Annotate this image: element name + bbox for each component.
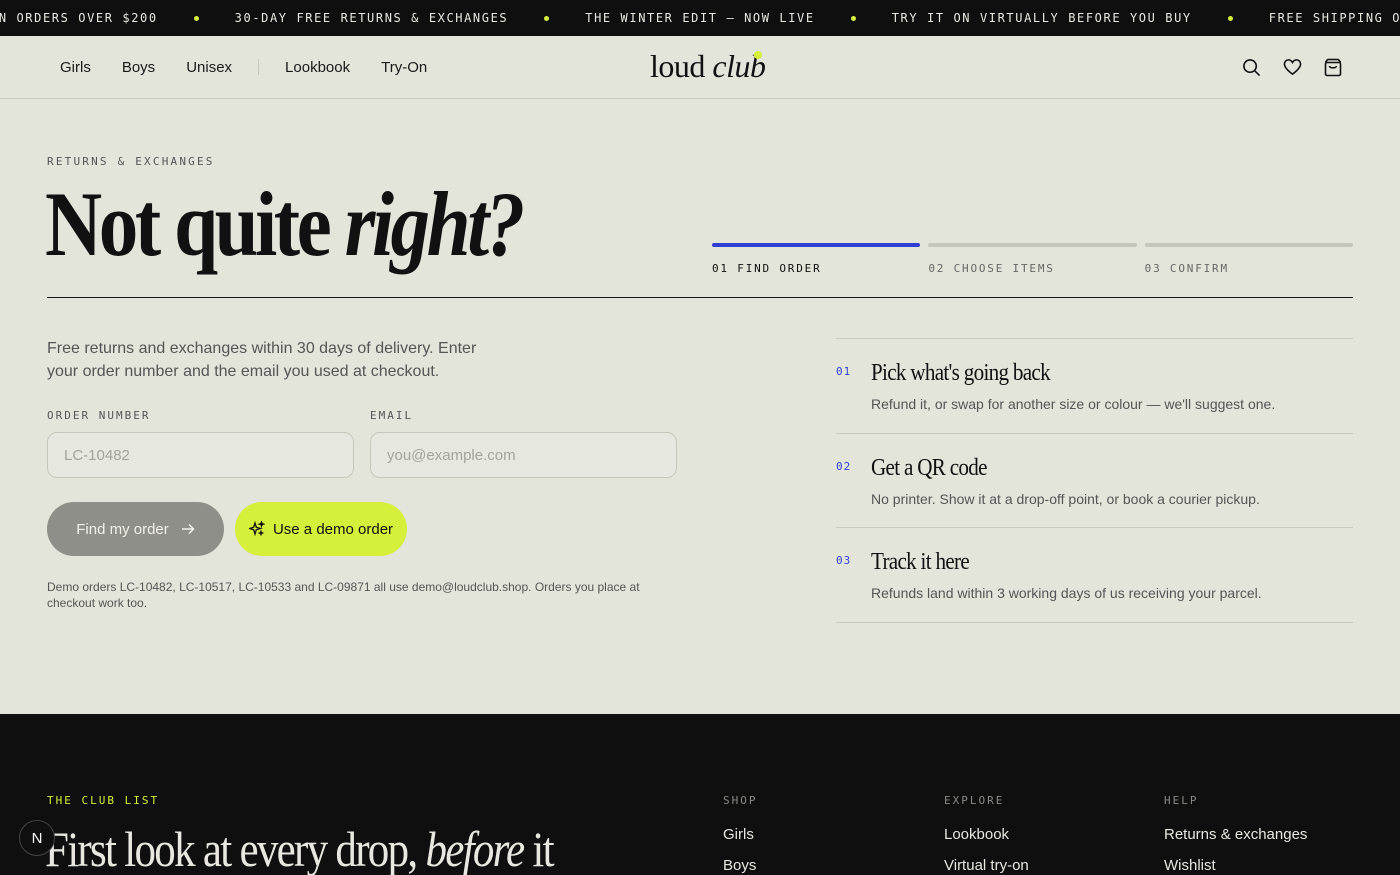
- headline-tail: it: [523, 821, 554, 875]
- step-description: No printer. Show it at a drop-off point,…: [871, 490, 1260, 507]
- step-find-order: 01 FIND ORDER: [712, 243, 921, 275]
- footer-link-lookbook[interactable]: Lookbook: [944, 826, 1029, 843]
- step-choose-items: 02 CHOOSE ITEMS: [928, 243, 1137, 275]
- announcement-item: THE WINTER EDIT — NOW LIVE: [585, 11, 815, 25]
- announcement-bar: ON ORDERS OVER $200 30-DAY FREE RETURNS …: [0, 0, 1400, 36]
- footer-link-boys[interactable]: Boys: [723, 857, 758, 874]
- demo-note: Demo orders LC-10482, LC-10517, LC-10533…: [47, 580, 640, 610]
- footer-link-virtual-try-on[interactable]: Virtual try-on: [944, 857, 1029, 874]
- step-confirm: 03 CONFIRM: [1144, 243, 1353, 275]
- newsletter-headline: First look at every drop, before it: [45, 820, 555, 875]
- arrow-right-icon: [181, 523, 195, 535]
- step-number: 02: [836, 459, 852, 473]
- page-title: Not quite right?: [45, 178, 525, 270]
- nav-link-unisex[interactable]: Unisex: [186, 59, 232, 76]
- step-title: Track it here: [871, 549, 970, 575]
- demo-order-label: Use a demo order: [272, 520, 394, 538]
- nav-links: Girls Boys Unisex Lookbook Try-On: [60, 36, 458, 98]
- order-number-label: ORDER NUMBER: [47, 409, 151, 422]
- nav-divider: [258, 59, 260, 75]
- logo-dot: [754, 51, 762, 59]
- footer-column-title: EXPLORE: [944, 794, 1005, 807]
- announcement-item: FREE SHIPPING ON ORDERS OVER $200: [1268, 11, 1400, 25]
- demo-order-button[interactable]: Use a demo order: [235, 502, 407, 556]
- logo-text: loud: [650, 48, 713, 84]
- email-label: EMAIL: [370, 409, 414, 422]
- intro-text: Free returns and exchanges within 30 day…: [47, 340, 477, 380]
- footer-link-returns[interactable]: Returns & exchanges: [1164, 826, 1307, 843]
- step-title: Get a QR code: [871, 454, 987, 481]
- step-title: Pick what's going back: [871, 360, 1051, 386]
- main-nav: Girls Boys Unisex Lookbook Try-On loud c…: [0, 36, 1400, 99]
- find-order-button[interactable]: Find my order: [47, 502, 224, 556]
- footer-link-girls[interactable]: Girls: [723, 826, 758, 843]
- newsletter-eyebrow: THE CLUB LIST: [47, 794, 160, 807]
- order-number-input[interactable]: [47, 432, 354, 478]
- list-item: 02 Get a QR code No printer. Show it at …: [836, 434, 1353, 528]
- list-item: 01 Pick what's going back Refund it, or …: [836, 339, 1353, 434]
- nav-link-try-on[interactable]: Try-On: [381, 59, 427, 76]
- hero-divider: [47, 297, 1353, 298]
- headline-italic: before: [425, 821, 525, 875]
- list-item: 03 Track it here Refunds land within 3 w…: [836, 528, 1353, 623]
- footer-column-help: HELP Returns & exchanges Wishlist: [1164, 794, 1307, 874]
- bullet-dot: [544, 15, 550, 21]
- step-label: 01 FIND ORDER: [712, 262, 822, 275]
- step-bar: [928, 243, 1137, 247]
- bullet-dot: [850, 15, 856, 21]
- progress-steps: 01 FIND ORDER 02 CHOOSE ITEMS 03 CONFIRM: [712, 243, 1353, 275]
- footer: THE CLUB LIST First look at every drop, …: [0, 714, 1400, 875]
- logo[interactable]: loud club: [650, 48, 766, 85]
- announcement-item: 30-DAY FREE RETURNS & EXCHANGES: [234, 11, 509, 25]
- nav-link-girls[interactable]: Girls: [60, 59, 91, 76]
- footer-link-wishlist[interactable]: Wishlist: [1164, 857, 1307, 874]
- bullet-dot: [193, 15, 199, 21]
- find-order-label: Find my order: [76, 520, 169, 538]
- step-label: 03 CONFIRM: [1144, 262, 1229, 275]
- how-it-works-list: 01 Pick what's going back Refund it, or …: [836, 338, 1353, 623]
- dev-badge[interactable]: N: [19, 820, 55, 856]
- title-italic: right?: [344, 173, 526, 275]
- footer-column-title: SHOP: [723, 794, 758, 807]
- step-description: Refund it, or swap for another size or c…: [871, 396, 1276, 412]
- step-bar: [1144, 243, 1353, 247]
- step-bar: [712, 243, 921, 247]
- email-input[interactable]: [370, 432, 677, 478]
- step-number: 01: [836, 365, 852, 378]
- bag-icon[interactable]: [1322, 56, 1344, 78]
- announcement-item: TRY IT ON VIRTUALLY BEFORE YOU BUY: [891, 11, 1192, 25]
- footer-column-title: HELP: [1164, 794, 1199, 807]
- announcement-track: ON ORDERS OVER $200 30-DAY FREE RETURNS …: [0, 0, 1400, 36]
- nav-link-boys[interactable]: Boys: [122, 59, 155, 76]
- nav-icons: [1221, 56, 1344, 78]
- announcement-item: ON ORDERS OVER $200: [0, 11, 158, 25]
- bullet-dot: [1227, 15, 1233, 21]
- nav-link-lookbook[interactable]: Lookbook: [285, 59, 350, 76]
- sparkle-icon: [248, 521, 265, 537]
- step-label: 02 CHOOSE ITEMS: [928, 262, 1055, 275]
- heart-icon[interactable]: [1281, 56, 1303, 78]
- footer-column-shop: SHOP Girls Boys: [723, 794, 758, 874]
- footer-column-explore: EXPLORE Lookbook Virtual try-on: [944, 794, 1029, 874]
- headline-regular: First look at every drop,: [45, 821, 426, 875]
- title-regular: Not quite: [45, 173, 345, 275]
- search-icon[interactable]: [1240, 56, 1262, 78]
- step-number: 03: [836, 554, 852, 567]
- page-eyebrow: RETURNS & EXCHANGES: [47, 155, 215, 168]
- step-description: Refunds land within 3 working days of us…: [871, 585, 1262, 601]
